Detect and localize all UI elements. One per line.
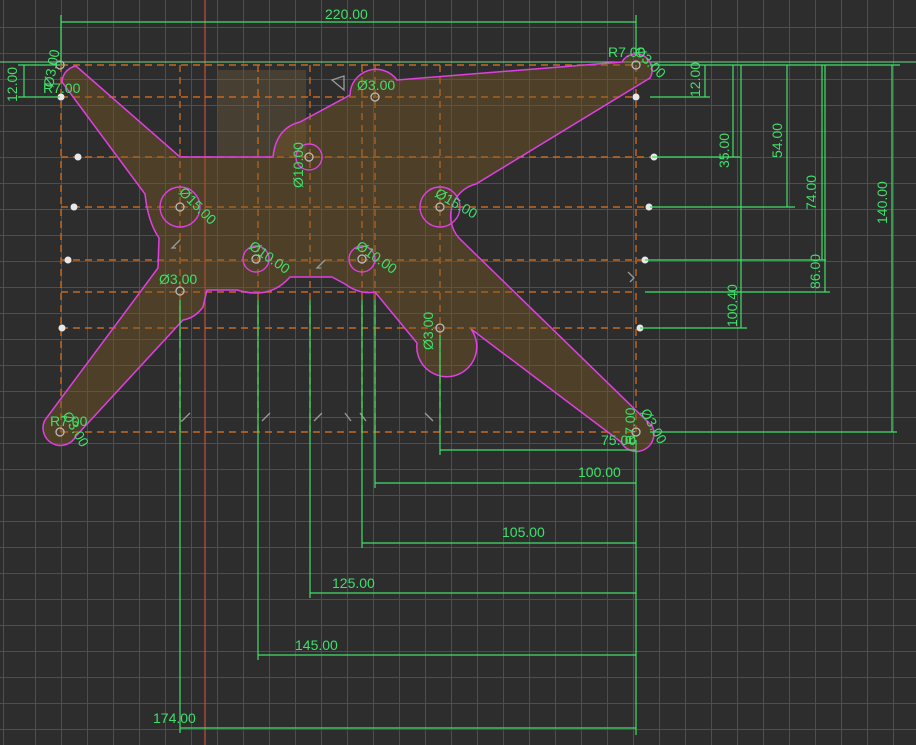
dim-left-small-hole[interactable]: Ø3.00 (159, 271, 197, 287)
dim-right-74[interactable]: 74.00 (803, 175, 819, 210)
dim-220[interactable]: 220.00 (325, 6, 368, 22)
dim-right-12[interactable]: 12.00 (687, 62, 703, 97)
plate-profile[interactable] (42, 53, 655, 453)
dim-left-12[interactable]: 12.00 (4, 67, 20, 102)
dim-br-radius[interactable]: R7.00 (622, 407, 638, 445)
dim-top-hole[interactable]: Ø3.00 (357, 77, 395, 93)
sketch-svg[interactable]: 220.00 12.00 R7.00 Ø3.00 R7.00 Ø3.00 12.… (0, 0, 916, 745)
dim-right-54[interactable]: 54.00 (769, 123, 785, 158)
dim-bottom-100[interactable]: 100.00 (578, 464, 621, 480)
dim-bottom-105[interactable]: 105.00 (502, 524, 545, 540)
dim-right-140[interactable]: 140.00 (874, 181, 890, 224)
sketch-canvas[interactable]: 220.00 12.00 R7.00 Ø3.00 R7.00 Ø3.00 12.… (0, 0, 916, 745)
dim-upper-hole-10[interactable]: Ø10.00 (290, 142, 306, 188)
triangle-constraint-icon (330, 75, 345, 92)
dim-right-35[interactable]: 35.00 (716, 133, 732, 168)
dim-bottom-145[interactable]: 145.00 (295, 637, 338, 653)
dim-bottom-174[interactable]: 174.00 (153, 710, 196, 726)
dim-right-86[interactable]: 86.00 (807, 254, 823, 289)
dim-bottom-125[interactable]: 125.00 (332, 575, 375, 591)
dim-bottom-small-hole[interactable]: Ø3.00 (420, 312, 436, 350)
dim-right-100-4[interactable]: 100.40 (724, 284, 740, 327)
